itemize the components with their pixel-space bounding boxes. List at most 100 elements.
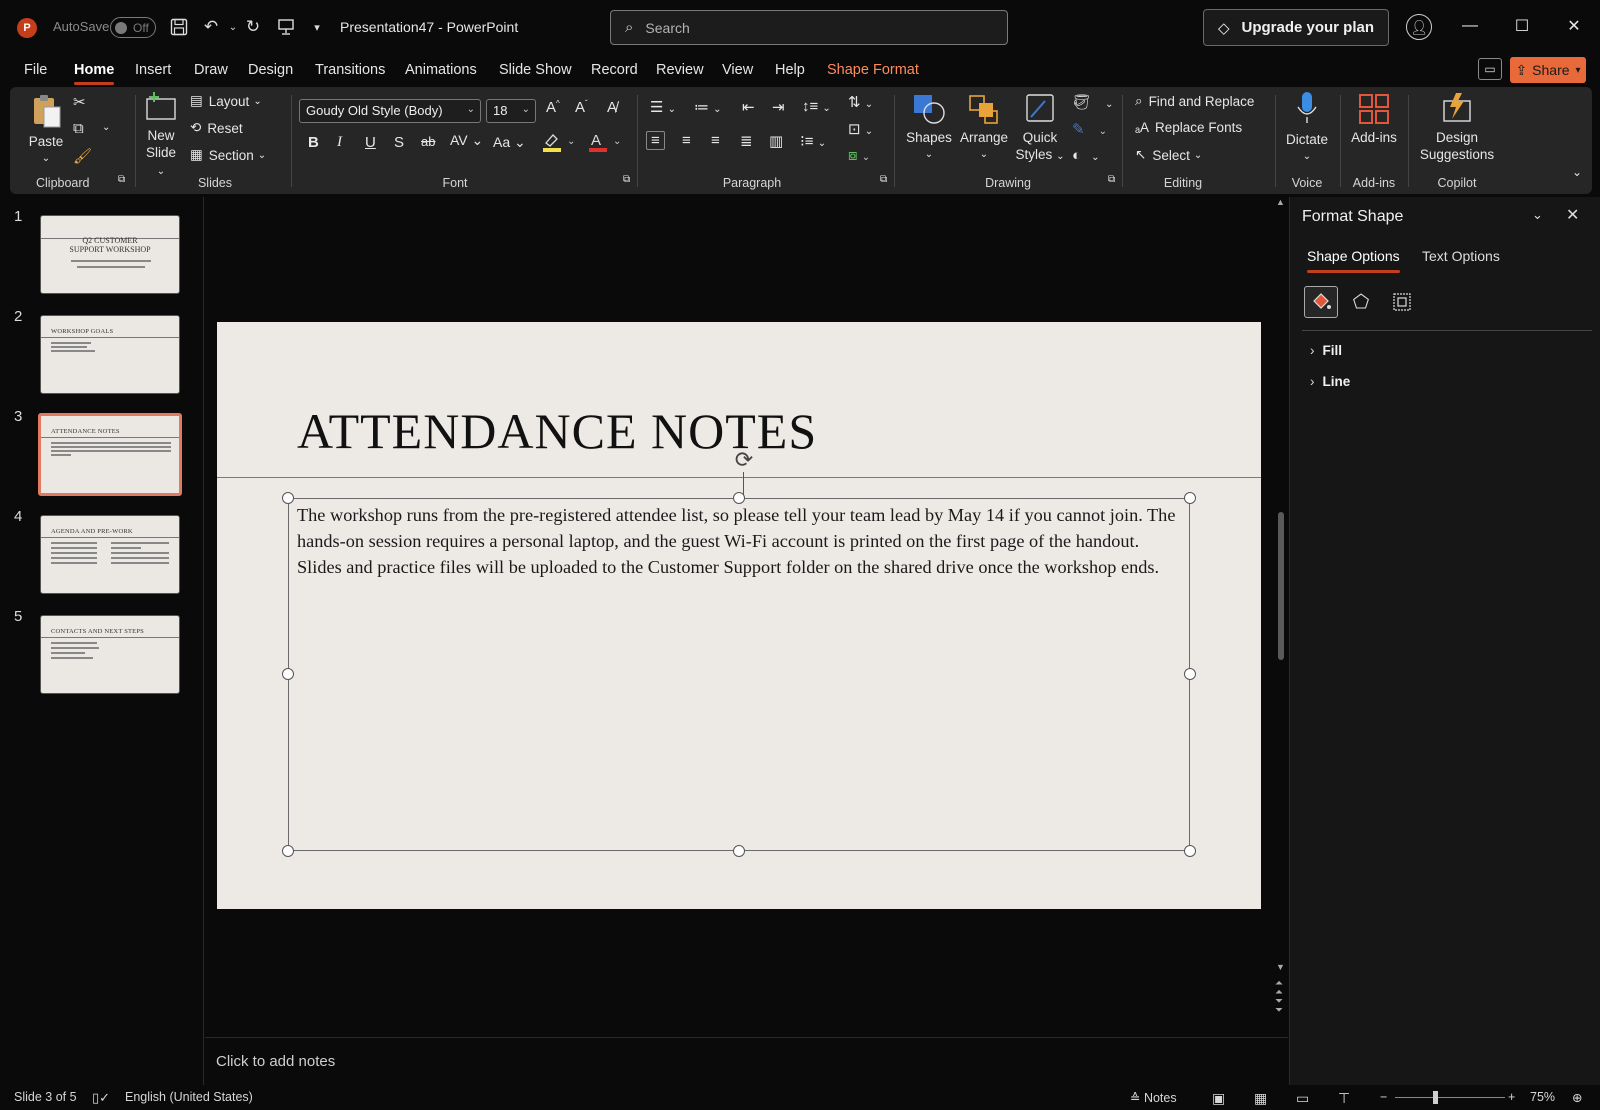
ribbon-collapse-icon[interactable]: ⌄ — [1572, 165, 1582, 179]
replace-fonts-button[interactable]: ₐA Replace Fonts — [1135, 120, 1242, 135]
decrease-indent-icon[interactable]: ⇤ — [742, 98, 755, 116]
slide-thumbnail-3[interactable]: ATTENDANCE NOTES — [38, 413, 182, 496]
present-icon[interactable] — [275, 15, 297, 39]
new-slide-button[interactable]: New Slide ⌄ — [141, 91, 181, 180]
resize-handle-top-right[interactable] — [1184, 492, 1196, 504]
resize-handle-bottom-left[interactable] — [282, 845, 294, 857]
scroll-up-icon[interactable]: ▲ — [1276, 197, 1285, 207]
editor-scrollbar[interactable]: ▲ ▼ ⏶ ⏶ ⏷ ⏷ — [1275, 197, 1287, 1016]
scrollbar-thumb[interactable] — [1278, 512, 1284, 660]
columns-icon[interactable]: ▥ — [769, 132, 783, 150]
justify-icon[interactable]: ≣ — [740, 132, 753, 150]
search-box[interactable]: ⌕ Search — [610, 10, 1008, 45]
smartart-icon[interactable]: ⁝≡ ⌄ — [800, 132, 826, 150]
slide-thumbnail-4[interactable]: AGENDA AND PRE-WORK — [40, 515, 180, 594]
notes-placeholder[interactable]: Click to add notes — [216, 1053, 335, 1070]
autosave-toggle[interactable]: Off — [110, 17, 156, 38]
tab-review[interactable]: Review — [656, 62, 704, 78]
share-button[interactable]: ⇪ Share ▾ — [1510, 57, 1586, 83]
align-left-icon[interactable]: ≡ — [646, 131, 665, 150]
reset-button[interactable]: ⟲ Reset — [190, 120, 243, 136]
undo-dropdown-icon[interactable]: ⌄ — [222, 15, 244, 39]
tab-help[interactable]: Help — [775, 62, 805, 78]
highlight-icon[interactable]: ⌄ — [542, 131, 578, 157]
change-case-icon[interactable]: Aa ⌄ — [493, 134, 526, 151]
undo-icon[interactable]: ↶ — [200, 15, 222, 39]
user-avatar-icon[interactable]: 👤︎ — [1406, 14, 1432, 40]
slideshow-view-icon[interactable]: ⊤ — [1338, 1090, 1350, 1107]
section-button[interactable]: ▦ Section ⌄ — [190, 147, 266, 163]
tab-shape-options[interactable]: Shape Options — [1307, 248, 1400, 273]
paste-button[interactable]: Paste ⌄ — [28, 93, 64, 167]
comments-icon[interactable]: ▭ — [1478, 58, 1502, 80]
line-section[interactable]: › Line — [1310, 374, 1350, 389]
tab-file[interactable]: File — [24, 62, 47, 78]
select-button[interactable]: ↖ Select ⌄ — [1135, 147, 1202, 163]
shape-effects-icon[interactable]: ◐ ⌄ — [1072, 147, 1099, 164]
slide-thumbnail-1[interactable]: Q2 CUSTOMER SUPPORT WORKSHOP — [40, 215, 180, 294]
font-size-select[interactable]: 18 ⌄ — [486, 99, 536, 123]
tab-home[interactable]: Home — [74, 62, 115, 85]
increase-indent-icon[interactable]: ⇥ — [772, 98, 785, 116]
paragraph-launcher-icon[interactable]: ⧉ — [880, 174, 887, 185]
previous-slide-icon[interactable]: ⏶ ⏶ — [1275, 979, 1283, 998]
notes-pane[interactable]: Click to add notes — [205, 1037, 1288, 1085]
next-slide-icon[interactable]: ⏷ ⏷ — [1275, 997, 1283, 1016]
minimize-icon[interactable]: — — [1458, 14, 1482, 38]
italic-icon[interactable]: I — [337, 134, 342, 151]
zoom-level[interactable]: 75% — [1530, 1090, 1555, 1104]
zoom-slider-knob[interactable] — [1432, 1091, 1438, 1104]
effects-icon[interactable]: ⬠ — [1344, 286, 1378, 318]
fill-line-icon[interactable] — [1304, 286, 1338, 318]
align-text-icon[interactable]: ⊡ ⌄ — [848, 120, 873, 138]
character-spacing-icon[interactable]: AV ⌄ — [450, 132, 483, 149]
reading-view-icon[interactable]: ▭ — [1296, 1090, 1309, 1107]
size-properties-icon[interactable] — [1385, 286, 1419, 318]
copy-dropdown-icon[interactable]: ⌄ — [102, 122, 110, 133]
fill-section[interactable]: › Fill — [1310, 343, 1342, 358]
zoom-in-icon[interactable]: + — [1508, 1090, 1515, 1104]
resize-handle-bottom-right[interactable] — [1184, 845, 1196, 857]
body-text-box[interactable]: The workshop runs from the pre-registere… — [288, 498, 1190, 851]
notes-toggle[interactable]: ≙ Notes — [1130, 1090, 1177, 1105]
tab-draw[interactable]: Draw — [194, 62, 228, 78]
font-color-icon[interactable]: A ⌄ — [588, 131, 624, 157]
tab-design[interactable]: Design — [248, 62, 293, 78]
tab-animations[interactable]: Animations — [405, 62, 477, 78]
bold-icon[interactable]: B — [308, 134, 319, 151]
dictate-button[interactable]: Dictate ⌄ — [1282, 91, 1332, 165]
drawing-launcher-icon[interactable]: ⧉ — [1108, 174, 1115, 185]
font-name-select[interactable]: Goudy Old Style (Body) ⌄ — [299, 99, 481, 123]
decrease-font-icon[interactable]: Aˇ — [575, 99, 588, 116]
save-icon[interactable] — [168, 15, 190, 39]
resize-handle-top-left[interactable] — [282, 492, 294, 504]
clear-formatting-icon[interactable]: A̸ — [607, 99, 617, 116]
line-spacing-icon[interactable]: ↕≡ ⌄ — [802, 98, 831, 115]
align-right-icon[interactable]: ≡ — [711, 132, 720, 149]
underline-icon[interactable]: U — [365, 134, 376, 151]
strikethrough-icon[interactable]: ab — [421, 134, 435, 149]
resize-handle-top[interactable] — [733, 492, 745, 504]
tab-text-options[interactable]: Text Options — [1422, 248, 1500, 264]
resize-handle-left[interactable] — [282, 668, 294, 680]
design-suggestions-button[interactable]: Design Suggestions — [1415, 91, 1499, 163]
increase-font-icon[interactable]: A^ — [546, 99, 560, 116]
tab-view[interactable]: View — [722, 62, 753, 78]
tab-shape-format[interactable]: Shape Format — [827, 62, 919, 78]
slide-sorter-icon[interactable]: ▦ — [1254, 1090, 1267, 1107]
tab-insert[interactable]: Insert — [135, 62, 171, 78]
addins-button[interactable]: Add-ins — [1346, 93, 1402, 146]
format-painter-icon[interactable]: 🖌︎ — [73, 147, 92, 165]
customize-toolbar-icon[interactable]: ▾ — [306, 15, 328, 39]
shape-outline-icon[interactable]: ✎ ⌄ — [1072, 120, 1107, 138]
align-center-icon[interactable]: ≡ — [682, 132, 691, 149]
text-shadow-icon[interactable]: S — [394, 134, 404, 151]
tab-record[interactable]: Record — [591, 62, 638, 78]
copy-icon[interactable]: ⧉ — [73, 120, 84, 137]
find-replace-button[interactable]: ⌕ Find and Replace — [1135, 93, 1254, 109]
quick-styles-button[interactable]: Quick Styles ⌄ — [1013, 93, 1067, 165]
redo-icon[interactable]: ↻ — [242, 15, 264, 39]
shapes-button[interactable]: Shapes ⌄ — [905, 93, 953, 163]
layout-button[interactable]: ▤ Layout ⌄ — [190, 93, 262, 109]
chevron-down-icon[interactable]: ⌄ — [1532, 207, 1543, 223]
